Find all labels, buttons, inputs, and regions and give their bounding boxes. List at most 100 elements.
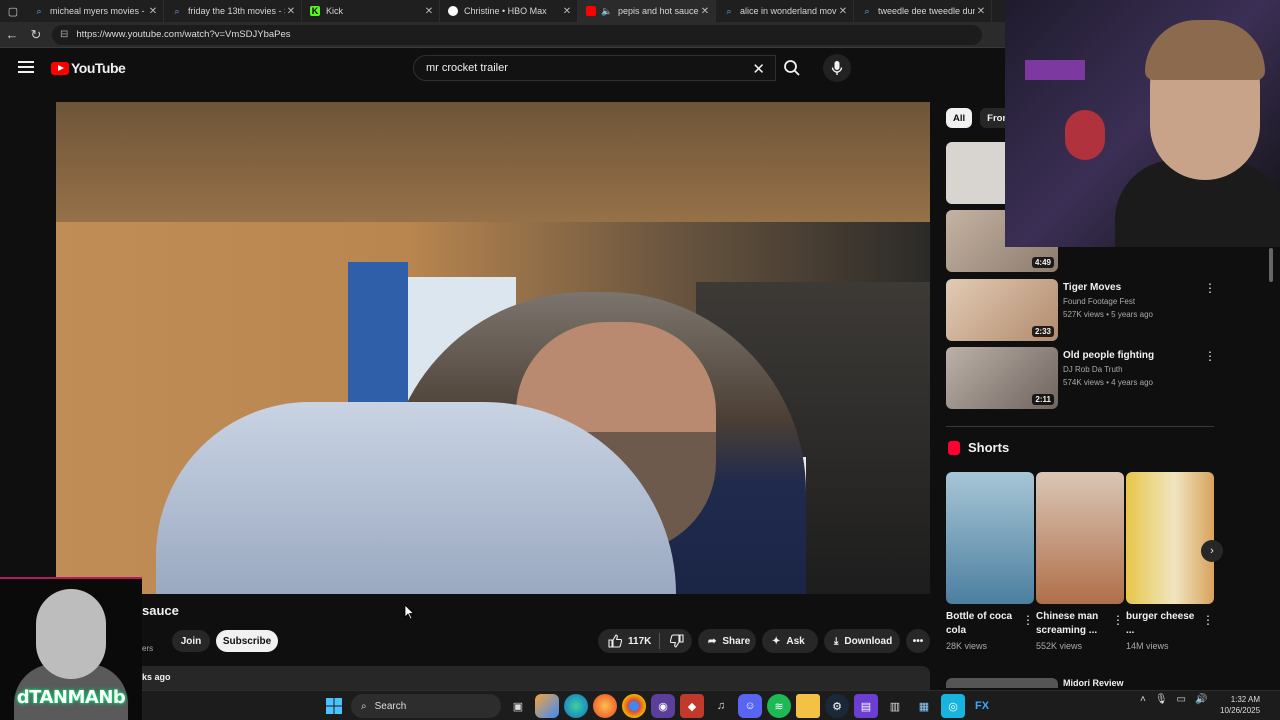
browser-tab-active[interactable]: 🔈 pepis and hot sauce - ✕ xyxy=(578,0,716,22)
folder-icon[interactable] xyxy=(796,694,820,718)
join-button[interactable]: Join xyxy=(172,630,210,652)
download-icon: ⤓ xyxy=(834,635,839,647)
app-icon[interactable]: ◆ xyxy=(680,694,704,718)
clock-time: 1:32 AM xyxy=(1230,695,1261,704)
browser-tab[interactable]: ⌕ alice in wonderland movie - ✕ xyxy=(716,0,854,22)
site-info-icon[interactable]: ⊟ xyxy=(60,29,68,40)
short-title[interactable]: Chinese man screaming ... xyxy=(1036,610,1112,638)
youtube-logo[interactable]: YouTube xyxy=(51,60,126,76)
streamer-name: dTANMANb xyxy=(16,687,126,708)
close-tab-icon[interactable]: ✕ xyxy=(975,6,987,17)
system-tray: ˄ 🎙 ▭ 🔊 xyxy=(1140,694,1207,705)
music-icon[interactable]: ♫ xyxy=(709,694,733,718)
like-button[interactable] xyxy=(608,634,622,648)
more-actions-button[interactable]: ••• xyxy=(906,629,930,653)
dislike-button[interactable] xyxy=(670,634,684,648)
network-icon[interactable]: ▭ xyxy=(1177,694,1186,705)
close-tab-icon[interactable]: ✕ xyxy=(837,6,849,17)
recommended-video[interactable]: 2:33 Tiger Moves Found Footage Fest 527K… xyxy=(946,279,1216,341)
video-thumbnail[interactable]: 2:33 xyxy=(946,279,1058,341)
like-count: 117K xyxy=(628,635,652,647)
close-tab-icon[interactable]: ✕ xyxy=(561,6,573,17)
tab-title: friday the 13th movies - Se xyxy=(188,6,285,16)
app-icon[interactable]: ▥ xyxy=(883,694,907,718)
recommended-video[interactable]: Midori Review xyxy=(946,678,1216,688)
browser-tab[interactable]: ⌕ tweedle dee tweedle dum ✕ xyxy=(854,0,992,22)
close-tab-icon[interactable]: ✕ xyxy=(147,6,159,17)
ask-button[interactable]: ✦ Ask xyxy=(762,629,818,653)
steam-icon[interactable]: ⚙ xyxy=(825,694,849,718)
spotify-icon[interactable]: ≋ xyxy=(767,694,791,718)
hbo-icon xyxy=(448,6,458,16)
sparkle-icon: ✦ xyxy=(772,635,781,647)
voice-search-button[interactable] xyxy=(823,54,851,82)
download-button[interactable]: ⤓ Download xyxy=(824,629,900,653)
windows-start-icon[interactable] xyxy=(322,694,346,718)
firefox-icon[interactable] xyxy=(593,694,617,718)
more-vertical-icon[interactable]: ⋮ xyxy=(1022,613,1034,627)
short-title[interactable]: Bottle of coca cola xyxy=(946,610,1022,638)
short-item[interactable]: Chinese man screaming ... 552K views ⋮ xyxy=(1036,472,1124,651)
shorts-heading-text: Shorts xyxy=(968,440,1010,455)
video-player[interactable] xyxy=(56,102,930,594)
tab-actions-icon[interactable]: ▢ xyxy=(0,0,26,22)
video-thumbnail[interactable]: 2:11 xyxy=(946,347,1058,409)
short-item[interactable]: burger cheese ... 14M views ⋮ xyxy=(1126,472,1214,651)
search-input[interactable]: mr crocket trailer ✕ xyxy=(413,55,776,81)
recommended-video[interactable]: 2:11 Old people fighting DJ Rob Da Truth… xyxy=(946,347,1216,409)
short-thumbnail[interactable] xyxy=(1036,472,1124,604)
microphone-icon[interactable]: 🎙 xyxy=(1155,694,1168,705)
chrome-icon[interactable] xyxy=(622,694,646,718)
close-tab-icon[interactable]: ✕ xyxy=(699,6,711,17)
more-vertical-icon[interactable]: ⋮ xyxy=(1204,281,1216,295)
browser-tab[interactable]: ⌕ friday the 13th movies - Se ✕ xyxy=(164,0,302,22)
url-field[interactable]: ⊟ https://www.youtube.com/watch?v=VmSDJY… xyxy=(52,24,982,45)
search-button[interactable] xyxy=(774,55,810,81)
rec-title[interactable]: Midori Review xyxy=(1063,678,1124,688)
edge-icon[interactable] xyxy=(564,694,588,718)
short-thumbnail[interactable] xyxy=(946,472,1034,604)
close-tab-icon[interactable]: ✕ xyxy=(285,6,297,17)
app-icon[interactable]: ◎ xyxy=(941,694,965,718)
short-thumbnail[interactable] xyxy=(1126,472,1214,604)
rec-channel[interactable]: Found Footage Fest xyxy=(1063,297,1153,306)
browser-tab[interactable]: Christine • HBO Max ✕ xyxy=(440,0,578,22)
discord-icon[interactable]: ☺ xyxy=(738,694,762,718)
more-vertical-icon[interactable]: ⋮ xyxy=(1204,349,1216,363)
fx-icon[interactable]: FX xyxy=(970,694,994,718)
task-view-icon[interactable]: ▣ xyxy=(506,694,530,718)
rec-title[interactable]: Tiger Moves xyxy=(1063,282,1153,293)
close-tab-icon[interactable]: ✕ xyxy=(423,6,435,17)
short-title[interactable]: burger cheese ... xyxy=(1126,610,1202,638)
reload-icon[interactable]: ↻ xyxy=(24,22,48,48)
speaker-icon[interactable]: 🔈 xyxy=(601,6,612,16)
share-label: Share xyxy=(722,635,751,647)
clock[interactable]: 1:32 AM 10/26/2025 xyxy=(1220,694,1260,716)
tab-title: Christine • HBO Max xyxy=(464,6,547,16)
divider xyxy=(946,426,1214,427)
short-item[interactable]: Bottle of coca cola 28K views ⋮ xyxy=(946,472,1034,651)
rec-channel[interactable]: DJ Rob Da Truth xyxy=(1063,365,1154,374)
subscribe-button[interactable]: Subscribe xyxy=(216,630,278,652)
browser-tab[interactable]: ⌕ micheal myers movies - Se ✕ xyxy=(26,0,164,22)
app-icon[interactable]: ◉ xyxy=(651,694,675,718)
shorts-next-button[interactable]: › xyxy=(1201,540,1223,562)
scrollbar-thumb[interactable] xyxy=(1269,248,1273,282)
menu-icon[interactable] xyxy=(18,61,34,73)
more-vertical-icon[interactable]: ⋮ xyxy=(1202,613,1214,627)
chip-all[interactable]: All xyxy=(946,108,973,128)
copilot-icon[interactable] xyxy=(535,694,559,718)
browser-tab[interactable]: K Kick ✕ xyxy=(302,0,440,22)
sidebar-scrollbar[interactable] xyxy=(1268,248,1274,678)
rec-title[interactable]: Old people fighting xyxy=(1063,350,1154,361)
chevron-up-icon[interactable]: ˄ xyxy=(1140,694,1146,705)
more-vertical-icon[interactable]: ⋮ xyxy=(1112,613,1124,627)
app-icon[interactable]: ▤ xyxy=(854,694,878,718)
back-icon[interactable]: ← xyxy=(0,22,24,48)
share-button[interactable]: ➦ Share xyxy=(698,629,756,653)
clear-search-icon[interactable]: ✕ xyxy=(752,60,765,78)
app-icon[interactable]: ▦ xyxy=(912,694,936,718)
video-thumbnail[interactable] xyxy=(946,678,1058,688)
taskbar-search[interactable]: ⌕ Search xyxy=(351,694,501,718)
volume-icon[interactable]: 🔊 xyxy=(1195,694,1207,705)
